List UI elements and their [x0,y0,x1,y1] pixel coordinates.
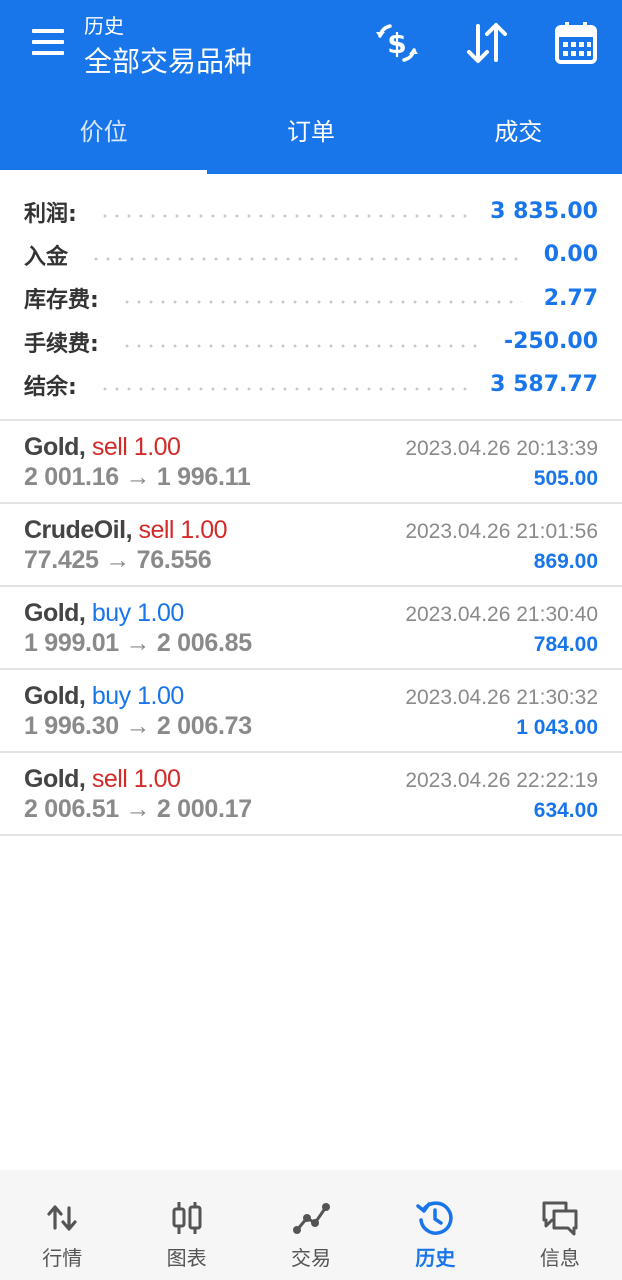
trade-prices: 2 006.51 → 2 000.17 [24,795,252,823]
summary-row-swap: 库存费: 2.77 [0,277,622,320]
summary-value: 3 835.00 [490,199,598,225]
trade-side: sell 1.00 [91,765,181,793]
trade-row[interactable]: Gold, sell 1.00 2 006.51 → 2 000.17 2023… [0,753,622,836]
trade-profit: 505.00 [533,467,598,490]
dotted-leader [120,300,522,305]
nav-trade[interactable]: 交易 [249,1170,373,1280]
trade-icon [291,1198,331,1238]
trade-time: 2023.04.26 22:22:19 [405,769,598,792]
trade-symbol-line: Gold, buy 1.00 [24,682,184,711]
summary-value: 3 587.77 [490,372,598,398]
svg-text:$: $ [387,27,406,60]
trade-symbol-line: Gold, sell 1.00 [24,433,181,462]
nav-label: 交易 [291,1246,332,1270]
summary-label: 利润: [24,201,77,227]
history-icon [415,1198,455,1238]
trade-profit: 784.00 [533,633,598,656]
trade-profit: 869.00 [533,550,598,573]
trade-profit: 1 043.00 [516,716,598,739]
active-tab-indicator [0,170,207,174]
nav-label: 行情 [42,1246,83,1270]
trade-symbol: Gold, [24,765,86,793]
nav-label: 信息 [539,1246,580,1270]
dotted-leader [98,386,469,391]
summary-label: 库存费: [24,288,99,314]
summary-row-deposit: 入金 0.00 [0,233,622,276]
tab-deals[interactable]: 成交 [415,90,622,174]
trade-prices: 2 001.16 → 1 996.11 [24,463,251,491]
summary-value: 2.77 [543,285,598,311]
nav-messages[interactable]: 信息 [498,1170,622,1280]
trade-symbol-line: Gold, buy 1.00 [24,599,184,628]
trade-row[interactable]: Gold, sell 1.00 2 001.16 → 1 996.11 2023… [0,421,622,504]
trade-time: 2023.04.26 21:30:32 [405,686,598,709]
header-subtitle: 历史 [84,14,124,38]
trade-prices: 1 999.01 → 2 006.85 [24,629,252,657]
dotted-leader [98,213,469,218]
trade-side: buy 1.00 [91,682,184,710]
menu-icon[interactable] [32,29,66,55]
trade-row[interactable]: Gold, buy 1.00 1 999.01 → 2 006.85 2023.… [0,587,622,670]
trade-prices: 1 996.30 → 2 006.73 [24,712,252,740]
quotes-icon [42,1198,82,1238]
summary-label: 入金 [24,244,69,270]
trade-time: 2023.04.26 21:30:40 [405,603,598,626]
tab-orders[interactable]: 订单 [207,90,414,174]
trade-time: 2023.04.26 20:13:39 [405,437,598,460]
dotted-leader [120,343,482,348]
account-summary: 利润: 3 835.00 入金 0.00 库存费: 2.77 手续费: -250… [0,190,622,406]
trade-side: sell 1.00 [91,433,181,461]
calendar-icon[interactable] [553,20,599,66]
trade-time: 2023.04.26 21:01:56 [405,520,598,543]
nav-history[interactable]: 历史 [373,1170,497,1280]
trade-side: sell 1.00 [138,516,228,544]
trade-symbol: Gold, [24,682,86,710]
summary-value: 0.00 [543,242,598,268]
trade-symbol: Gold, [24,599,86,627]
trade-symbol-line: CrudeOil, sell 1.00 [24,516,228,545]
nav-label: 历史 [415,1246,456,1270]
symbol-filter-title[interactable]: 全部交易品种 [84,40,252,80]
trade-profit: 634.00 [533,799,598,822]
sort-icon[interactable] [464,20,510,66]
currency-exchange-icon[interactable]: $ [374,20,420,66]
summary-row-balance: 结余: 3 587.77 [0,363,622,406]
messages-icon [540,1198,580,1238]
trade-side: buy 1.00 [91,599,184,627]
trade-prices: 77.425 → 76.556 [24,546,212,574]
app-header: 历史 全部交易品种 $ [0,0,622,90]
trade-symbol: CrudeOil, [24,516,133,544]
trade-symbol: Gold, [24,433,86,461]
trade-row[interactable]: CrudeOil, sell 1.00 77.425 → 76.556 2023… [0,504,622,587]
summary-label: 结余: [24,374,77,400]
trade-row[interactable]: Gold, buy 1.00 1 996.30 → 2 006.73 2023.… [0,670,622,753]
summary-row-commission: 手续费: -250.00 [0,320,622,363]
dotted-leader [90,256,522,261]
summary-row-profit: 利润: 3 835.00 [0,190,622,233]
nav-chart[interactable]: 图表 [124,1170,248,1280]
summary-label: 手续费: [24,331,99,357]
chart-icon [167,1198,207,1238]
trade-symbol-line: Gold, sell 1.00 [24,765,181,794]
nav-quotes[interactable]: 行情 [0,1170,124,1280]
tab-positions[interactable]: 价位 [0,90,207,174]
tab-bar: 价位 订单 成交 [0,90,622,174]
summary-value: -250.00 [503,329,598,355]
bottom-navigation: 行情 图表 交易 历史 信息 [0,1170,622,1280]
nav-label: 图表 [166,1246,207,1270]
